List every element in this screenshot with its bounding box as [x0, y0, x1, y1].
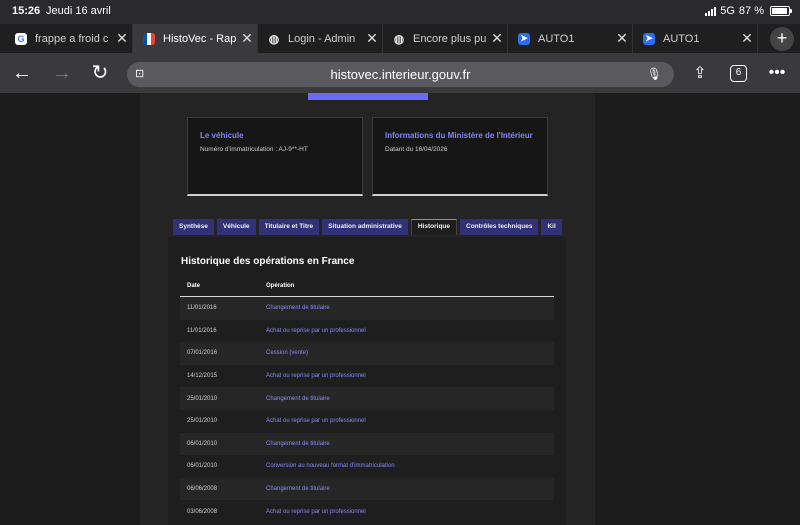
close-icon[interactable]: ✕ [737, 30, 757, 47]
battery-icon [770, 6, 792, 16]
globe-icon: ◍ [268, 31, 280, 46]
table-row: 14/12/2015 Achat ou reprise par un profes… [180, 364, 554, 388]
ministry-card: Informations du Ministère de l'Intérieur… [372, 117, 548, 196]
battery-label: 87 % [738, 5, 764, 17]
history-title: Historique des opérations en France [181, 256, 355, 267]
row-date: 11/01/2016 [187, 305, 217, 312]
tab-vehicule[interactable]: Véhicule [216, 219, 256, 235]
close-icon[interactable]: ✕ [237, 30, 257, 47]
status-time: 15:26 [12, 5, 41, 17]
top-button[interactable] [308, 93, 428, 100]
tab-title: AUTO1 [663, 32, 700, 45]
vehicle-card-title: Le véhicule [200, 131, 244, 140]
close-icon[interactable]: ✕ [362, 30, 382, 47]
tab-titulaire[interactable]: Titulaire et Titre [258, 219, 320, 235]
browser-tab[interactable]: ➤ AUTO1 ✕ [508, 24, 633, 53]
site-settings-icon[interactable]: ⊡ [135, 62, 144, 87]
tab-count-button[interactable]: 6 [730, 65, 747, 82]
table-row: 03/06/2008 Achat ou reprise par un profes… [180, 500, 554, 523]
history-panel: Historique des opérations en France Date… [168, 237, 566, 525]
row-operation: Cession (vente) [266, 350, 309, 357]
row-date: 11/01/2016 [187, 327, 217, 334]
row-operation: Achat ou reprise par un professionnel [266, 508, 366, 515]
table-row: 06/01/2010 Conversion au nouveau format d… [180, 455, 554, 478]
new-tab-button[interactable]: + [770, 27, 794, 51]
row-operation: Changement de titulaire [266, 305, 330, 312]
tab-controles[interactable]: Contrôles techniques [460, 219, 539, 235]
close-icon[interactable]: ✕ [112, 30, 132, 47]
forward-arrow-icon[interactable]: → [50, 61, 74, 85]
row-operation: Achat ou reprise par un professionnel [266, 373, 366, 380]
tab-title: HistoVec - Rap [163, 32, 237, 45]
tab-synthese[interactable]: Synthèse [173, 219, 214, 235]
google-icon: G [15, 32, 27, 45]
browser-tab[interactable]: G frappe a froid c ✕ [0, 24, 133, 53]
table-row: 11/01/2016 Changement de titulaire [180, 297, 554, 320]
status-right: 5G 87 % [705, 5, 792, 17]
report-tabs: Synthèse Véhicule Titulaire et Titre Sit… [173, 219, 568, 235]
column-operation: Opération [266, 282, 295, 289]
row-date: 25/01/2010 [187, 395, 218, 402]
table-row: 25/01/2010 Changement de titulaire [180, 387, 554, 410]
table-body: 11/01/2016 Changement de titulaire 11/01/… [180, 297, 554, 523]
tab-title: frappe a froid c [35, 32, 109, 45]
table-row: 07/01/2016 Cession (vente) [180, 342, 554, 365]
auto1-icon: ➤ [518, 32, 530, 45]
tab-title: AUTO1 [538, 32, 575, 45]
french-flag-icon [143, 32, 155, 45]
row-date: 03/06/2008 [187, 508, 218, 515]
microphone-icon[interactable]: 🎙 [647, 62, 662, 87]
row-date: 06/06/2008 [187, 486, 218, 493]
row-operation: Changement de titulaire [266, 440, 330, 447]
plate-number: Numéro d'immatriculation : AJ-9**-HT [200, 146, 308, 153]
row-operation: Changement de titulaire [266, 486, 330, 493]
tab-situation[interactable]: Situation administrative [322, 219, 408, 235]
tab-historique[interactable]: Historique [410, 219, 458, 235]
globe-icon: ◍ [393, 31, 405, 46]
column-date: Date [187, 282, 201, 289]
back-arrow-icon[interactable]: ← [10, 61, 34, 85]
browser-tab[interactable]: ◍ Login - Admin ✕ [258, 24, 383, 53]
browser-tab[interactable]: ➤ AUTO1 ✕ [633, 24, 758, 53]
row-operation: Changement de titulaire [266, 395, 330, 402]
ministry-card-title: Informations du Ministère de l'Intérieur [385, 131, 533, 140]
ministry-date: Datant du 16/04/2026 [385, 146, 448, 153]
network-label: 5G [720, 5, 735, 17]
address-bar[interactable]: ⊡ histovec.interieur.gouv.fr 🎙 [127, 62, 674, 87]
table-header: Date Opération [180, 275, 554, 297]
reload-icon[interactable]: ↻ [88, 61, 112, 85]
tab-kilometrage[interactable]: Kil [541, 219, 562, 235]
signal-icon [705, 6, 717, 16]
row-date: 14/12/2015 [187, 373, 218, 380]
row-operation: Achat ou reprise par un professionnel [266, 418, 366, 425]
table-row: 25/01/2010 Achat ou reprise par un profes… [180, 409, 554, 433]
tab-strip: G frappe a froid c ✕ HistoVec - Rap ✕ ◍ … [0, 24, 800, 53]
more-icon[interactable]: ••• [765, 61, 789, 85]
browser-tab-active[interactable]: HistoVec - Rap ✕ [133, 24, 258, 53]
status-date: Jeudi 16 avril [46, 5, 111, 17]
table-row: 06/01/2010 Changement de titulaire [180, 432, 554, 456]
share-icon[interactable]: ⇪ [688, 62, 712, 86]
web-page: Le véhicule Numéro d'immatriculation : A… [0, 93, 800, 525]
vehicle-card: Le véhicule Numéro d'immatriculation : A… [187, 117, 363, 196]
close-icon[interactable]: ✕ [612, 30, 632, 47]
auto1-icon: ➤ [643, 32, 655, 45]
row-date: 06/01/2010 [187, 440, 218, 447]
browser-tab[interactable]: ◍ Encore plus pu ✕ [383, 24, 508, 53]
row-date: 06/01/2010 [187, 463, 218, 470]
status-bar: 15:26 Jeudi 16 avril 5G 87 % [0, 0, 800, 24]
history-table: Date Opération 11/01/2016 Changement de t… [180, 275, 554, 523]
table-row: 11/01/2016 Achat ou reprise par un profes… [180, 319, 554, 343]
row-operation: Conversion au nouveau format d'immatricu… [266, 463, 395, 470]
row-operation: Achat ou reprise par un professionnel [266, 327, 366, 334]
close-icon[interactable]: ✕ [487, 30, 507, 47]
row-date: 25/01/2010 [187, 418, 218, 425]
tab-title: Login - Admin [288, 32, 356, 45]
url-text: histovec.interieur.gouv.fr [330, 67, 471, 82]
tab-title: Encore plus pu [413, 32, 487, 45]
report-container: Le véhicule Numéro d'immatriculation : A… [140, 93, 595, 525]
table-row: 06/06/2008 Changement de titulaire [180, 477, 554, 501]
row-date: 07/01/2016 [187, 350, 218, 357]
